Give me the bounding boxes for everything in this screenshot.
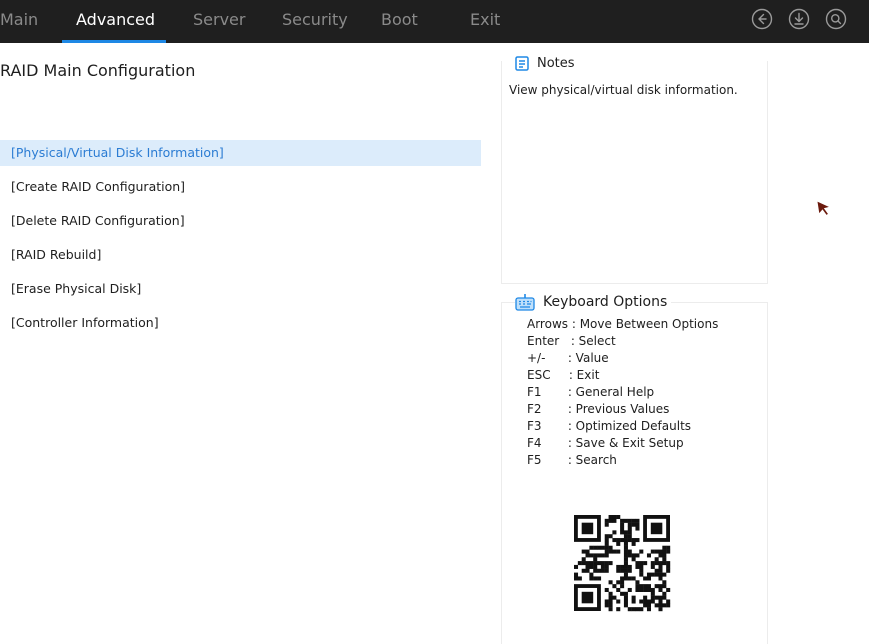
mouse-cursor-icon: [816, 200, 832, 217]
tab-boot[interactable]: Boot: [381, 0, 418, 40]
kb-desc: : Move Between Options: [571, 317, 719, 331]
active-tab-indicator: [62, 40, 166, 43]
kb-desc: : Save & Exit Setup: [567, 436, 684, 450]
kb-row-esc: ESC : Exit: [527, 367, 599, 384]
page-title: RAID Main Configuration: [0, 61, 196, 80]
menu-item-create-raid-configuration[interactable]: [Create RAID Configuration]: [0, 174, 481, 200]
kb-desc: : Exit: [568, 368, 600, 382]
kb-key: F2: [527, 402, 542, 416]
tab-advanced[interactable]: Advanced: [76, 0, 155, 40]
kb-key: Arrows: [527, 317, 569, 331]
tab-server[interactable]: Server: [193, 0, 245, 40]
menu-item-erase-physical-disk[interactable]: [Erase Physical Disk]: [0, 276, 481, 302]
kb-key: F5: [527, 453, 542, 467]
menu-item-physical-virtual-disk-information[interactable]: [Physical/Virtual Disk Information]: [0, 140, 481, 166]
kb-desc: : Select: [570, 334, 616, 348]
download-icon[interactable]: [788, 8, 810, 30]
notes-text: View physical/virtual disk information.: [509, 83, 738, 97]
kb-desc: : General Help: [567, 385, 655, 399]
kb-desc: : Previous Values: [567, 402, 670, 416]
kb-key: Enter: [527, 334, 560, 348]
menu-item-raid-rebuild[interactable]: [RAID Rebuild]: [0, 242, 481, 268]
kb-key: F3: [527, 419, 542, 433]
kb-desc: : Optimized Defaults: [567, 419, 692, 433]
notes-icon: [515, 55, 529, 71]
kb-key: ESC: [527, 368, 551, 382]
top-nav-bar: Main Advanced Server Security Boot Exit: [0, 0, 869, 43]
tab-main[interactable]: Main: [0, 0, 38, 40]
qr-code: [566, 507, 678, 619]
kb-row-f2: F2 : Previous Values: [527, 401, 669, 418]
kb-key: F4: [527, 436, 542, 450]
kb-desc: : Search: [567, 453, 617, 467]
kb-key: +/-: [527, 351, 546, 365]
kb-row-f4: F4 : Save & Exit Setup: [527, 435, 684, 452]
keyboard-options-header: Keyboard Options: [515, 292, 672, 312]
search-icon[interactable]: [825, 8, 847, 30]
kb-row-value: +/- : Value: [527, 350, 609, 367]
tab-security[interactable]: Security: [282, 0, 348, 40]
tab-exit[interactable]: Exit: [470, 0, 500, 40]
keyboard-icon: [515, 294, 535, 311]
notes-header: Notes: [515, 54, 579, 72]
back-icon[interactable]: [751, 8, 773, 30]
kb-row-enter: Enter : Select: [527, 333, 616, 350]
kb-row-f1: F1 : General Help: [527, 384, 654, 401]
kb-row-f5: F5 : Search: [527, 452, 617, 469]
keyboard-options-title: Keyboard Options: [543, 294, 668, 310]
notes-title: Notes: [537, 55, 575, 71]
kb-row-f3: F3 : Optimized Defaults: [527, 418, 691, 435]
menu-item-controller-information[interactable]: [Controller Information]: [0, 310, 481, 336]
kb-key: F1: [527, 385, 542, 399]
menu-item-delete-raid-configuration[interactable]: [Delete RAID Configuration]: [0, 208, 481, 234]
kb-desc: : Value: [567, 351, 609, 365]
kb-row-arrows: Arrows : Move Between Options: [527, 316, 718, 333]
